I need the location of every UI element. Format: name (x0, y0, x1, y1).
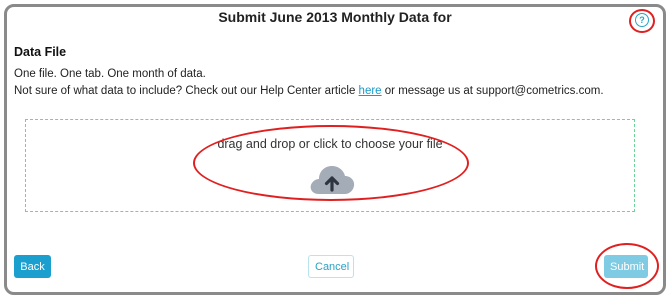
help-text-before: Not sure of what data to include? Check … (14, 85, 359, 97)
annotation-circle (595, 243, 659, 289)
dialog-title: Submit June 2013 Monthly Data for (218, 9, 452, 25)
help-text-after: or message us at support@cometrics.com. (381, 85, 604, 97)
help-button[interactable]: ? (629, 9, 655, 33)
instruction-text: One file. One tab. One month of data. (14, 68, 206, 80)
annotation-circle (629, 9, 655, 33)
cancel-button[interactable]: Cancel (308, 255, 354, 278)
annotation-ellipse (193, 125, 469, 201)
help-center-link[interactable]: here (359, 85, 382, 97)
section-title: Data File (14, 45, 67, 59)
help-text: Not sure of what data to include? Check … (14, 85, 604, 97)
back-button[interactable]: Back (14, 255, 51, 278)
